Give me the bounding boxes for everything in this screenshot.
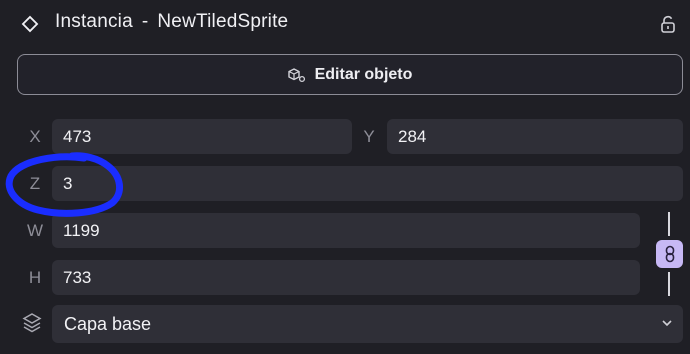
lock-open-icon[interactable] [660, 15, 676, 33]
h-label: H [28, 268, 42, 287]
edit-object-button[interactable]: Editar objeto [17, 54, 683, 95]
layer-select-value: Capa base [64, 313, 152, 334]
layer-select[interactable]: Capa base [52, 305, 683, 343]
chevron-down-icon [662, 320, 672, 327]
z-label: Z [29, 174, 41, 193]
edit-object-label: Editar objeto [314, 65, 413, 83]
x-field[interactable]: 473 [52, 119, 352, 154]
x-label: X [29, 127, 41, 146]
layers-icon [22, 313, 42, 333]
instance-label: Instancia [55, 11, 133, 32]
keep-ratio-toggle[interactable] [656, 240, 683, 268]
link-icon [665, 245, 674, 263]
diamond-icon [21, 15, 39, 33]
object-icon [287, 67, 305, 82]
ratio-bracket-bottom [668, 272, 670, 296]
panel-title: Instancia - NewTiledSprite [55, 11, 288, 33]
y-label: Y [363, 127, 375, 146]
panel-header: Instancia - NewTiledSprite [0, 0, 690, 46]
ratio-bracket-top [668, 212, 670, 236]
title-separator: - [141, 11, 149, 32]
width-field[interactable]: 1199 [52, 213, 640, 248]
w-label: W [26, 221, 44, 240]
height-field[interactable]: 733 [52, 260, 640, 295]
object-name: NewTiledSprite [157, 11, 289, 32]
z-field[interactable]: 3 [52, 166, 683, 201]
instance-properties-panel: Instancia - NewTiledSprite Editar objeto X… [0, 0, 690, 354]
y-field[interactable]: 284 [387, 119, 683, 154]
